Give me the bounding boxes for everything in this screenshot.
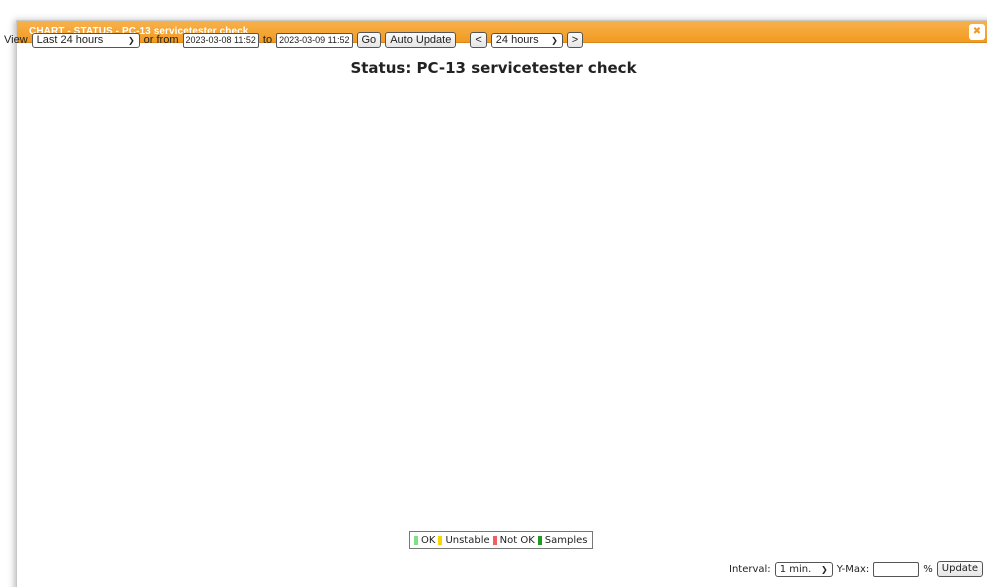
chevron-down-icon: ❯ xyxy=(820,564,828,574)
interval-select[interactable]: 1 min. ❯ xyxy=(774,561,833,577)
bottom-controls: Interval: 1 min. ❯ Y-Max: % Update xyxy=(729,561,983,577)
legend-label-ok: OK xyxy=(421,534,436,546)
or-from-label: or from xyxy=(143,34,179,46)
update-button[interactable]: Update xyxy=(936,561,983,577)
view-select[interactable]: Last 24 hours ❯ xyxy=(31,32,140,48)
view-select-value: Last 24 hours xyxy=(36,34,104,46)
legend-label-unstable: Unstable xyxy=(445,534,490,546)
legend-label-not-ok: Not OK xyxy=(499,534,535,546)
span-select[interactable]: 24 hours ❯ xyxy=(490,32,563,48)
chart-legend: OK Unstable Not OK Samples xyxy=(409,531,593,549)
legend-swatch-ok xyxy=(414,535,418,545)
chevron-down-icon: ❯ xyxy=(127,35,135,45)
prev-period-button[interactable]: < xyxy=(470,32,487,48)
next-period-button[interactable]: > xyxy=(566,32,584,48)
to-label: to xyxy=(262,34,273,46)
legend-swatch-samples xyxy=(537,535,542,545)
interval-select-value: 1 min. xyxy=(779,563,812,575)
legend-label-samples: Samples xyxy=(544,534,588,546)
go-button[interactable]: Go xyxy=(356,32,382,48)
close-icon[interactable]: ✖ xyxy=(969,24,985,40)
chart-title: Status: PC-13 servicetester check xyxy=(350,59,637,77)
from-date-input[interactable]: 2023-03-08 11:52 xyxy=(182,32,259,48)
percent-label: % xyxy=(923,563,933,575)
chart-toolbar: View Last 24 hours ❯ or from 2023-03-08 … xyxy=(4,31,584,49)
chart-dialog: CHART - STATUS - PC-13 servicetester che… xyxy=(16,20,987,587)
span-select-value: 24 hours xyxy=(495,34,539,46)
legend-swatch-not-ok xyxy=(492,535,497,545)
view-label: View xyxy=(4,34,28,46)
ymax-input[interactable] xyxy=(873,561,920,577)
chevron-down-icon: ❯ xyxy=(551,35,558,45)
ymax-label: Y-Max: xyxy=(836,563,870,575)
to-date-input[interactable]: 2023-03-09 11:52 xyxy=(276,32,353,48)
interval-label: Interval: xyxy=(729,563,771,575)
legend-swatch-unstable xyxy=(438,535,443,545)
auto-update-button[interactable]: Auto Update xyxy=(385,32,457,48)
